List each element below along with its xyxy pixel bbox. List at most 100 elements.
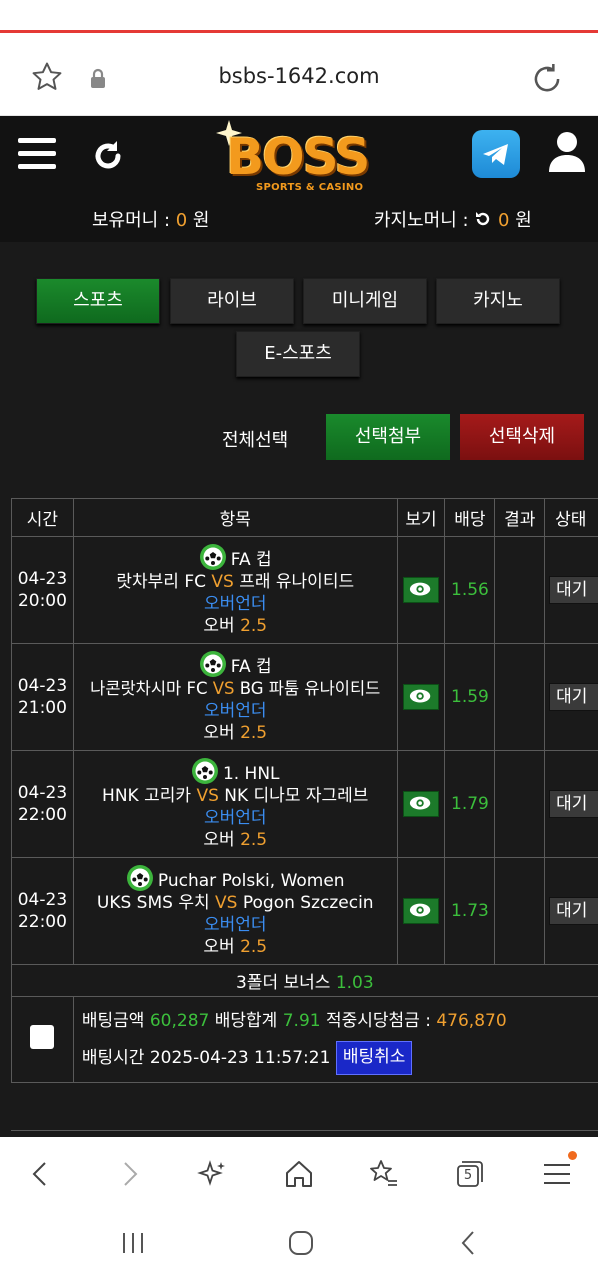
time-text: 21:00: [17, 698, 67, 718]
odds-total-label: 배당합계: [209, 1010, 283, 1031]
view-eye-icon[interactable]: [403, 898, 440, 924]
table-row: 04-23 22:00 Puchar Polski, Women UKS SMS…: [11, 857, 598, 965]
league-name: Puchar Polski, Women: [157, 871, 345, 891]
site-logo[interactable]: BOSS SPORTS & CASINO: [212, 120, 392, 200]
odds-total-value: 7.91: [282, 1010, 321, 1031]
away-team: Pogon Szczecin: [242, 893, 374, 913]
payout-label: 적중시당첨금 :: [320, 1010, 437, 1031]
attach-selected-button[interactable]: 선택첨부: [326, 414, 450, 460]
line-value: 2.5: [240, 723, 268, 743]
page-load-progress: [0, 30, 598, 33]
url-text[interactable]: bsbs-1642.com: [0, 64, 598, 88]
cash-unit: 원: [187, 210, 210, 231]
view-eye-icon[interactable]: [403, 791, 440, 817]
bet-time-label: 배팅시간: [81, 1047, 150, 1068]
market-type: 오버언더: [203, 701, 267, 721]
home-button-icon[interactable]: [286, 1229, 316, 1257]
header-view: 보기: [396, 498, 446, 537]
market-type: 오버언더: [203, 594, 267, 614]
casino-refresh-icon[interactable]: [474, 210, 492, 228]
bookmarks-icon[interactable]: [366, 1157, 400, 1191]
back-icon[interactable]: [24, 1157, 58, 1191]
tab-minigame[interactable]: 미니게임: [303, 278, 427, 324]
summary-cell: 배팅금액 60,287 배당합계 7.91 적중시당첨금 : 476,870 배…: [72, 996, 598, 1083]
tab-casino[interactable]: 카지노: [436, 278, 560, 324]
system-navigation-bar: [0, 1215, 598, 1269]
reload-icon[interactable]: [528, 60, 566, 98]
odds-cell: 1.73: [444, 857, 496, 965]
time-text: 22:00: [17, 912, 67, 932]
delete-selected-button[interactable]: 선택삭제: [460, 414, 584, 460]
bonus-value: 1.03: [335, 973, 374, 993]
market-type: 오버언더: [203, 808, 267, 828]
tab-esports[interactable]: E-스포츠: [236, 331, 360, 377]
recent-apps-icon[interactable]: [118, 1229, 148, 1257]
status-cell: 대기: [544, 536, 598, 644]
checkbox-cell: [11, 996, 74, 1083]
select-all-button[interactable]: 전체선택: [222, 426, 288, 452]
cancel-bet-button[interactable]: 배팅취소: [335, 1040, 413, 1075]
date-text: 04-23: [17, 890, 68, 910]
vs-label: VS: [212, 679, 235, 698]
status-badge: 대기: [549, 790, 598, 818]
line-value: 2.5: [240, 616, 268, 636]
casino-value: 0: [498, 210, 510, 231]
tab-sports[interactable]: 스포츠: [36, 278, 160, 324]
tab-live[interactable]: 라이브: [170, 278, 294, 324]
item-cell: Puchar Polski, Women UKS SMS 우치 VS Pogon…: [72, 857, 398, 965]
cash-balance: 보유머니 : 0 원: [92, 206, 210, 232]
casino-label: 카지노머니 :: [374, 210, 475, 231]
league-name: FA 컵: [230, 657, 272, 677]
home-team: 랏차부리 FC: [116, 572, 206, 592]
view-eye-icon[interactable]: [403, 684, 440, 710]
pick-text: 오버: [203, 723, 235, 743]
bet-history-table: 시간 항목 보기 배당 결과 상태 04-23 20:00 FA 컵 랏차부리 …: [11, 498, 598, 1083]
soccer-ball-icon: [191, 758, 218, 784]
view-cell: [396, 750, 446, 858]
menu-icon[interactable]: [540, 1151, 577, 1191]
forward-icon[interactable]: [112, 1157, 146, 1191]
status-badge: 대기: [549, 683, 598, 711]
header-result: 결과: [494, 498, 546, 537]
league-name: FA 컵: [230, 550, 272, 570]
view-eye-icon[interactable]: [403, 577, 440, 603]
time-cell: 04-23 21:00: [11, 643, 74, 751]
view-cell: [396, 857, 446, 965]
bet-amount-label: 배팅금액: [81, 1010, 150, 1031]
casino-balance: 카지노머니 : 0 원: [374, 206, 532, 232]
status-bar: [0, 0, 598, 34]
notification-dot: [568, 1151, 577, 1160]
vs-label: VS: [211, 572, 234, 592]
browser-url-bar: bsbs-1642.com: [0, 34, 598, 116]
payout-value: 476,870: [436, 1010, 507, 1031]
odds-cell: 1.79: [444, 750, 496, 858]
header-odds: 배당: [444, 498, 496, 537]
view-cell: [396, 536, 446, 644]
bet-summary-row: 배팅금액 60,287 배당합계 7.91 적중시당첨금 : 476,870 배…: [11, 996, 598, 1083]
pick-text: 오버: [203, 937, 235, 957]
soccer-ball-icon: [126, 865, 153, 891]
item-cell: FA 컵 나콘랏차시마 FC VS BG 파툼 유나이티드 오버언더 오버 2.…: [72, 643, 398, 751]
bonus-row: 3폴더 보너스 1.03: [11, 964, 598, 997]
bonus-cell: 3폴더 보너스 1.03: [11, 964, 598, 997]
refresh-icon[interactable]: [88, 136, 128, 176]
pick-text: 오버: [203, 830, 235, 850]
bet-select-checkbox[interactable]: [30, 1025, 55, 1049]
home-icon[interactable]: [282, 1157, 316, 1191]
time-cell: 04-23 22:00: [11, 750, 74, 858]
sparkle-ai-icon[interactable]: [196, 1157, 230, 1191]
tabs-icon[interactable]: 5: [452, 1157, 486, 1191]
bet-time-value: 2025-04-23 11:57:21: [149, 1047, 331, 1068]
user-icon[interactable]: [548, 130, 586, 174]
casino-unit: 원: [509, 210, 532, 231]
soccer-ball-icon: [199, 544, 226, 570]
telegram-icon[interactable]: [472, 130, 520, 178]
line-value: 2.5: [240, 937, 268, 957]
time-text: 22:00: [17, 805, 67, 825]
result-cell: [494, 643, 546, 751]
system-back-icon[interactable]: [454, 1229, 484, 1257]
away-team: BG 파툼 유나이티드: [239, 679, 381, 698]
menu-icon[interactable]: [18, 138, 56, 172]
vs-label: VS: [215, 893, 238, 913]
time-text: 20:00: [17, 591, 67, 611]
